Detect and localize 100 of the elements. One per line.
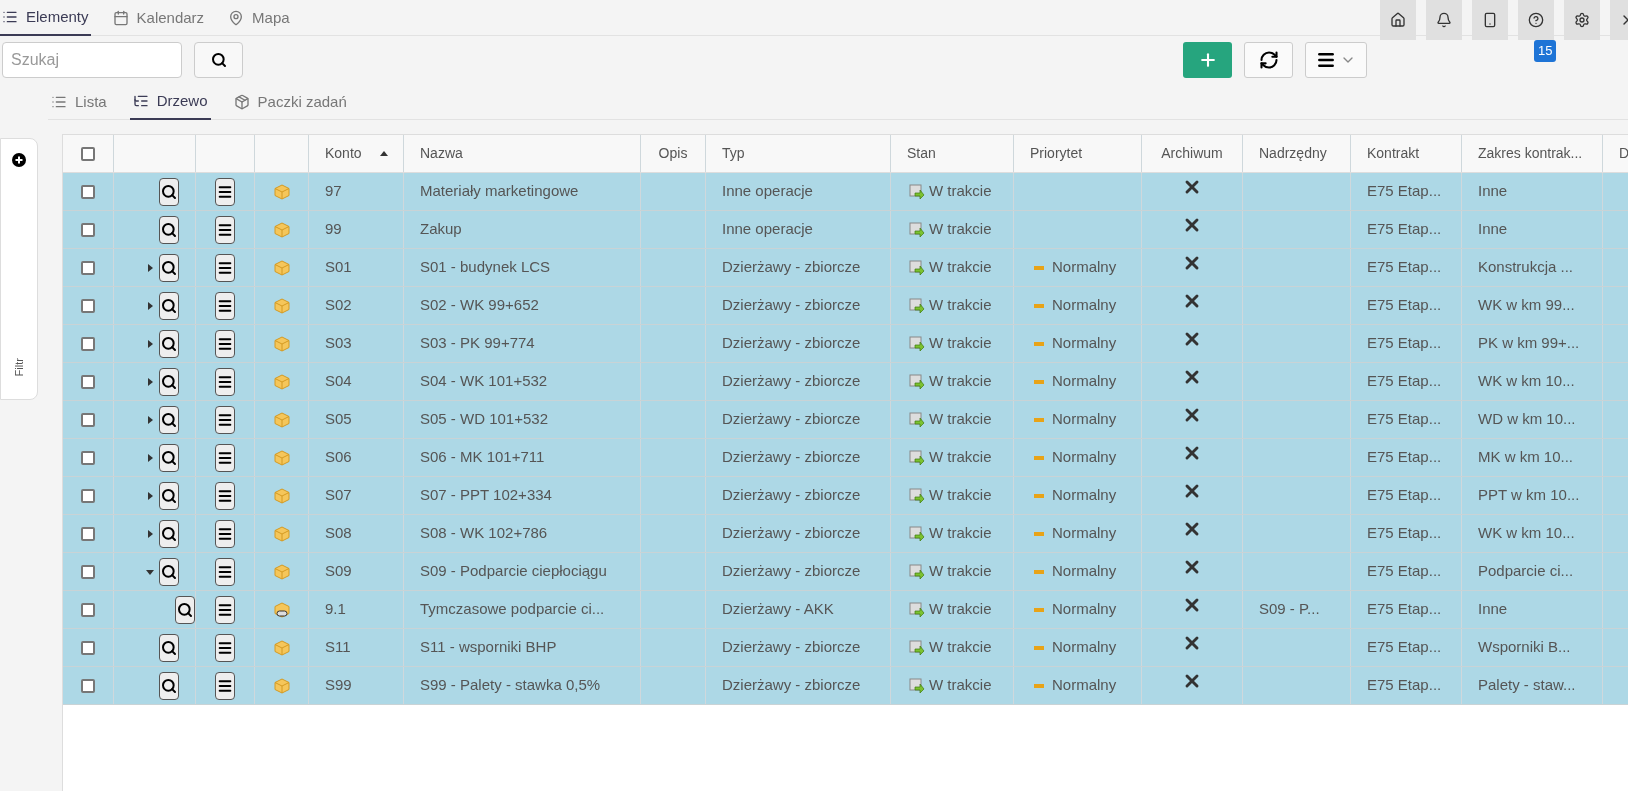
menu-button[interactable] xyxy=(215,177,235,206)
header-button[interactable] xyxy=(1426,0,1462,40)
header-button[interactable] xyxy=(1518,0,1554,40)
collapsed-caret-icon[interactable] xyxy=(145,490,155,501)
collapsed-caret-icon[interactable] xyxy=(145,528,155,539)
view-tab[interactable]: Paczki zadań xyxy=(230,84,350,120)
menu-button[interactable] xyxy=(215,291,235,320)
top-tab[interactable]: Elementy xyxy=(0,0,91,36)
menu-button[interactable] xyxy=(215,253,235,282)
menu-icon xyxy=(217,183,233,200)
column-header[interactable]: Nadrzędny xyxy=(1259,143,1327,164)
column-header[interactable]: Zakres kontrak... xyxy=(1478,143,1583,164)
search-button[interactable] xyxy=(159,443,179,472)
column-header[interactable]: Opis xyxy=(658,143,688,164)
table-row[interactable]: S09 S09 - Podparcie ciepłociągu Dzierżawy - zbiorcze W trakcie Normalny E75 Etap... Podparcie ci... xyxy=(63,553,1628,591)
filter-panel[interactable]: Filtr xyxy=(0,138,38,400)
header-button[interactable] xyxy=(1472,0,1508,40)
menu-button[interactable] xyxy=(215,481,235,510)
checkbox[interactable] xyxy=(81,374,95,389)
table-row[interactable]: 99 Zakup Inne operacje W trakcie E75 Etap... Inne xyxy=(63,211,1628,249)
menu-button[interactable] xyxy=(215,557,235,586)
search-button[interactable] xyxy=(175,595,195,624)
table-row[interactable]: 97 Materiały marketingowe Inne operacje W trakcie E75 Etap... Inne xyxy=(63,173,1628,211)
checkbox[interactable] xyxy=(81,640,95,655)
collapsed-caret-icon[interactable] xyxy=(145,452,155,463)
collapsed-caret-icon[interactable] xyxy=(145,300,155,311)
table-row[interactable]: S06 S06 - MK 101+711 Dzierżawy - zbiorcze W trakcie Normalny E75 Etap... MK w km 10... xyxy=(63,439,1628,477)
search-button[interactable] xyxy=(159,253,179,282)
menu-button[interactable] xyxy=(215,633,235,662)
menu-button[interactable] xyxy=(215,595,235,624)
checkbox[interactable] xyxy=(81,298,95,313)
checkbox[interactable] xyxy=(81,450,95,465)
search-button[interactable] xyxy=(159,633,179,662)
menu-button[interactable] xyxy=(215,671,235,700)
checkbox[interactable] xyxy=(81,146,95,161)
checkbox[interactable] xyxy=(81,602,95,617)
search-button[interactable] xyxy=(159,291,179,320)
column-header[interactable]: Stan xyxy=(907,143,936,164)
collapsed-caret-icon[interactable] xyxy=(145,376,155,387)
table-cell-text: Dzierżawy - zbiorcze xyxy=(722,409,861,430)
checkbox[interactable] xyxy=(81,260,95,275)
view-tab[interactable]: Drzewo xyxy=(129,84,211,120)
search-button[interactable] xyxy=(159,519,179,548)
refresh-button[interactable] xyxy=(1244,42,1293,78)
menu-button[interactable] xyxy=(215,329,235,358)
menu-button[interactable] xyxy=(215,519,235,548)
search-button[interactable] xyxy=(159,177,179,206)
table-row[interactable]: S99 S99 - Palety - stawka 0,5% Dzierżawy - zbiorcze W trakcie Normalny E75 Etap... Palety - staw... xyxy=(63,667,1628,705)
column-header[interactable]: Konto xyxy=(325,143,362,164)
checkbox[interactable] xyxy=(81,184,95,199)
search-button[interactable] xyxy=(159,367,179,396)
header-button[interactable] xyxy=(1564,0,1600,40)
menu-button[interactable] xyxy=(215,443,235,472)
search-icon xyxy=(161,563,177,580)
table-row[interactable]: S02 S02 - WK 99+652 Dzierżawy - zbiorcze W trakcie Normalny E75 Etap... WK w km 99... xyxy=(63,287,1628,325)
column-header[interactable]: Priorytet xyxy=(1030,143,1083,164)
menu-button[interactable] xyxy=(215,367,235,396)
search-button[interactable] xyxy=(159,557,179,586)
top-tab[interactable]: Mapa xyxy=(226,0,292,36)
column-header[interactable]: D xyxy=(1619,143,1628,164)
checkbox[interactable] xyxy=(81,488,95,503)
view-tab[interactable]: Lista xyxy=(48,84,110,120)
column-header[interactable]: Nazwa xyxy=(420,143,463,164)
collapsed-caret-icon[interactable] xyxy=(145,338,155,349)
column-header[interactable]: Archiwum xyxy=(1161,143,1223,164)
checkbox[interactable] xyxy=(81,222,95,237)
add-button[interactable] xyxy=(1183,42,1232,78)
search-button[interactable] xyxy=(159,329,179,358)
menu-button[interactable] xyxy=(215,405,235,434)
table-row[interactable]: S01 S01 - budynek LCS Dzierżawy - zbiorcze W trakcie Normalny E75 Etap... Konstrukcja ... xyxy=(63,249,1628,287)
collapsed-caret-icon[interactable] xyxy=(145,414,155,425)
table-row[interactable]: S04 S04 - WK 101+532 Dzierżawy - zbiorcze W trakcie Normalny E75 Etap... WK w km 10... xyxy=(63,363,1628,401)
table-row[interactable]: S05 S05 - WD 101+532 Dzierżawy - zbiorcze W trakcie Normalny E75 Etap... WD w km 10... xyxy=(63,401,1628,439)
column-header[interactable]: Kontrakt xyxy=(1367,143,1420,164)
top-tab[interactable]: Kalendarz xyxy=(110,0,207,36)
table-row[interactable]: S11 S11 - wsporniki BHP Dzierżawy - zbiorcze W trakcie Normalny E75 Etap... Wsporniki B... xyxy=(63,629,1628,667)
checkbox[interactable] xyxy=(81,336,95,351)
plus-circle-icon[interactable] xyxy=(12,153,26,167)
sort-arrow-icon[interactable] xyxy=(379,151,388,156)
table-row[interactable]: S08 S08 - WK 102+786 Dzierżawy - zbiorcze W trakcie Normalny E75 Etap... WK w km 10... xyxy=(63,515,1628,553)
checkbox[interactable] xyxy=(81,564,95,579)
search-button[interactable] xyxy=(159,405,179,434)
search-button[interactable] xyxy=(159,481,179,510)
checkbox[interactable] xyxy=(81,412,95,427)
table-row[interactable]: S07 S07 - PPT 102+334 Dzierżawy - zbiorcze W trakcie Normalny E75 Etap... PPT w km 10... xyxy=(63,477,1628,515)
table-cell-text: S03 - PK 99+774 xyxy=(420,333,535,354)
priority-dash-icon xyxy=(1034,493,1044,498)
search-button[interactable] xyxy=(159,215,179,244)
header-button[interactable] xyxy=(1380,0,1416,40)
search-field[interactable]: Szukaj xyxy=(2,42,182,78)
table-row[interactable]: S03 S03 - PK 99+774 Dzierżawy - zbiorcze W trakcie Normalny E75 Etap... PK w km 99+... xyxy=(63,325,1628,363)
checkbox[interactable] xyxy=(81,678,95,693)
menu-dropdown-button[interactable] xyxy=(1305,42,1367,78)
table-row[interactable]: 9.1 Tymczasowe podparcie ci... Dzierżawy - AKK W trakcie Normalny S09 - P... E75 Etap... Inne xyxy=(63,591,1628,629)
menu-button[interactable] xyxy=(215,215,235,244)
column-header[interactable]: Typ xyxy=(722,143,745,164)
checkbox[interactable] xyxy=(81,526,95,541)
table-cell-text: Normalny xyxy=(1052,447,1117,468)
search-button[interactable] xyxy=(159,671,179,700)
collapsed-caret-icon[interactable] xyxy=(145,262,155,273)
